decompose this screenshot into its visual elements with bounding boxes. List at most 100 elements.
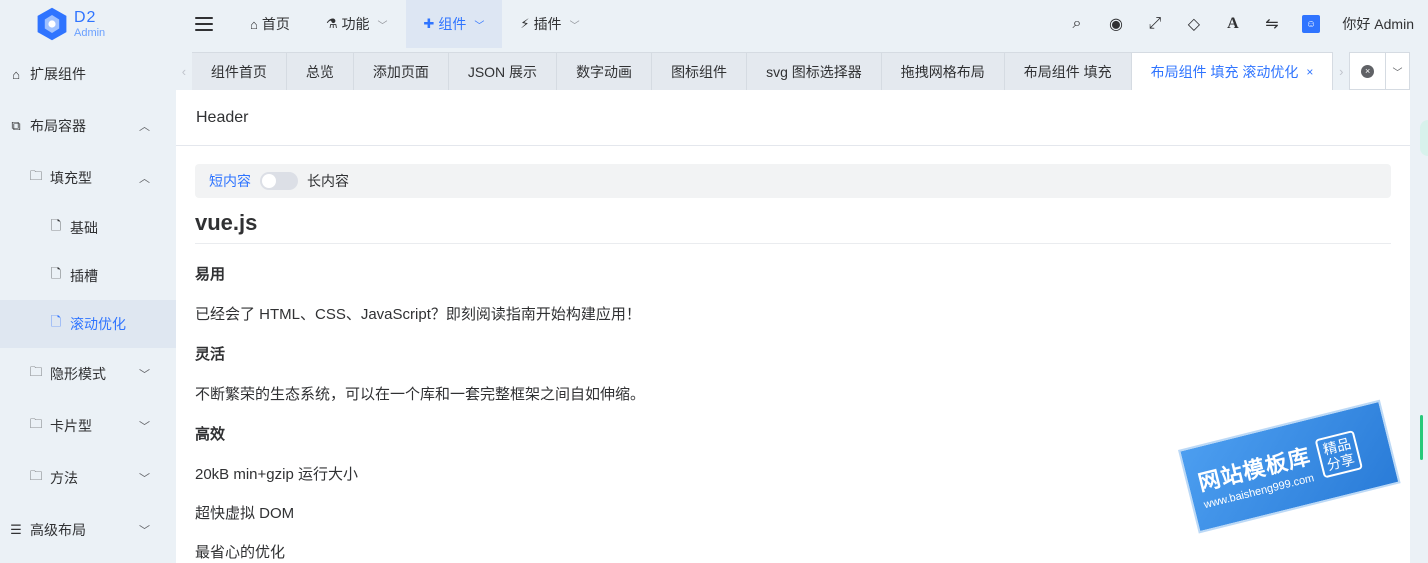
tab-0[interactable]: 组件首页 [191, 52, 287, 90]
content-length-switch[interactable] [260, 172, 298, 190]
language-icon[interactable]: ⇋ [1252, 0, 1291, 48]
tab-8[interactable]: 布局组件 填充 [1004, 52, 1132, 90]
sidebar-item-1[interactable]: ⧉ 布局容器 ︿ [0, 100, 176, 152]
scroll-top-hint [1420, 120, 1428, 156]
article-title: vue.js [195, 210, 1391, 244]
hamburger-icon [195, 17, 213, 31]
folder-icon: 🗀 [29, 364, 43, 379]
chevron-down-icon: ﹀ [139, 473, 150, 485]
sidebar-item-label: 隐形模式 [50, 366, 106, 382]
tab-label: 布局组件 填充 滚动优化 [1150, 63, 1299, 80]
home-icon: ⌂ [12, 66, 20, 82]
logo-subtitle: Admin [74, 26, 106, 39]
tab-label: 添加页面 [372, 63, 429, 80]
file-icon: 🗋 [50, 266, 62, 281]
tab-label: 组件首页 [210, 63, 267, 80]
sidebar-item-label: 扩展组件 [30, 66, 86, 82]
chevron-down-icon: ﹀ [139, 369, 150, 381]
page-tabs: ‹ 组件首页 总览 添加页面 JSON 展示 数字动画 图标组件 svg 图标选择器 拖拽网格… [176, 52, 1411, 90]
tab-label: 图标组件 [671, 63, 728, 80]
folder-icon: 🗀 [29, 416, 43, 431]
sidebar-item-6[interactable]: 🗀 隐形模式 ﹀ [0, 348, 176, 400]
tab-3[interactable]: JSON 展示 [448, 52, 558, 90]
article-paragraph: 已经会了 HTML、CSS、JavaScript？即刻阅读指南开始构建应用！ [195, 306, 641, 323]
tab-4[interactable]: 数字动画 [557, 52, 653, 90]
sidebar-item-5[interactable]: 🗋 滚动优化 [0, 300, 176, 348]
top-menu-label: 首页 [261, 16, 290, 32]
user-greeting[interactable]: 你好 Admin [1342, 14, 1414, 34]
search-icon[interactable]: ⌕ [1057, 0, 1096, 48]
log-target-icon[interactable]: ◉ [1096, 0, 1135, 48]
d2-logo-icon [37, 7, 67, 41]
home-icon: ⌂ [250, 16, 258, 32]
clone-icon: ⧉ [11, 118, 21, 133]
close-icon[interactable]: × [1306, 65, 1313, 79]
sidebar-item-3[interactable]: 🗋 基础 [0, 204, 176, 252]
chevron-down-icon: ﹀ [474, 20, 485, 32]
close-circle-icon: × [1361, 64, 1375, 78]
user-avatar-button[interactable]: ☺ [1291, 0, 1330, 48]
sidebar-item-7[interactable]: 🗀 卡片型 ﹀ [0, 400, 176, 452]
tab-7[interactable]: 拖拽网格布局 [881, 52, 1005, 90]
switch-long-label[interactable]: 长内容 [307, 171, 349, 191]
tab-list: 组件首页 总览 添加页面 JSON 展示 数字动画 图标组件 svg 图标选择器 拖拽网格布局… [191, 52, 1334, 90]
sidebar-item-label: 方法 [50, 470, 78, 486]
app-logo[interactable]: D2 Admin [0, 0, 176, 48]
scrollbar-thumb[interactable] [1420, 415, 1423, 460]
sidebar-item-label: 插槽 [70, 268, 98, 284]
font-size-icon[interactable]: A [1213, 0, 1252, 48]
chevron-down-icon: ﹀ [139, 421, 150, 433]
tab-label: svg 图标选择器 [766, 63, 862, 80]
sidebar-item-label: 卡片型 [50, 418, 92, 434]
chevron-down-icon: ﹀ [139, 525, 150, 537]
fullscreen-icon[interactable]: ⤢ [1135, 0, 1174, 48]
tab-6[interactable]: svg 图标选择器 [747, 52, 882, 90]
sidebar-item-label: 高级布局 [30, 522, 86, 538]
sidebar-toggle-button[interactable] [176, 0, 232, 48]
article-paragraph: 不断繁荣的生态系统，可以在一个库和一套完整框架之间自如伸缩。 [195, 386, 646, 403]
tab-5[interactable]: 图标组件 [652, 52, 748, 90]
plug-icon: ⚡ [520, 16, 530, 31]
tabs-dropdown-button[interactable]: ﹀ [1386, 52, 1411, 90]
article-subheading: 灵活 [195, 346, 226, 363]
tabs-scroll-left-icon[interactable]: ‹ [176, 52, 192, 90]
watermark-tag: 精品分享 [1314, 429, 1364, 479]
tab-label: JSON 展示 [467, 63, 538, 80]
tab-label: 拖拽网格布局 [900, 63, 985, 80]
top-menu-item-1[interactable]: ⚗ 功能 ﹀ [308, 0, 406, 48]
chevron-down-icon: ﹀ [377, 20, 388, 32]
file-icon: 🗋 [50, 314, 62, 329]
tab-2[interactable]: 添加页面 [353, 52, 449, 90]
chevron-up-icon: ︿ [139, 173, 150, 185]
top-menu-item-2[interactable]: ✚ 组件 ﹀ [405, 0, 503, 48]
page-scrollbar[interactable] [1410, 90, 1428, 563]
top-menu-item-0[interactable]: ⌂ 首页 [232, 0, 308, 48]
sidebar-item-label: 布局容器 [30, 118, 86, 134]
sidebar-item-4[interactable]: 🗋 插槽 [0, 252, 176, 300]
switch-short-label[interactable]: 短内容 [209, 171, 251, 191]
server-icon: ☰ [10, 522, 22, 537]
folder-icon: 🗀 [29, 468, 43, 483]
sidebar-item-label: 基础 [70, 220, 98, 236]
chevron-up-icon: ︿ [139, 121, 150, 133]
top-header: D2 Admin ⌂ 首页 ⚗ 功能 ﹀ ✚ 组件 ﹀ ⚡ 插件 ﹀ ⌕ ◉ ⤢ ◇ A ⇋ ☺ 你… [0, 0, 1428, 48]
tab-1[interactable]: 总览 [286, 52, 354, 90]
sidebar-item-2[interactable]: 🗀 填充型 ︿ [0, 152, 176, 204]
sidebar-item-9[interactable]: ☰ 高级布局 ﹀ [0, 504, 176, 556]
switch-knob [262, 174, 276, 188]
top-menu-item-3[interactable]: ⚡ 插件 ﹀ [502, 0, 597, 48]
top-menu-label: 组件 [438, 16, 467, 32]
theme-diamond-icon[interactable]: ◇ [1174, 0, 1213, 48]
tabs-scroll-right-icon[interactable]: › [1333, 52, 1349, 90]
tab-label: 总览 [305, 63, 334, 80]
sidebar-item-8[interactable]: 🗀 方法 ﹀ [0, 452, 176, 504]
content-length-switch-bar: 短内容 长内容 [195, 164, 1391, 198]
puzzle-icon: ✚ [423, 16, 435, 31]
article-subheading: 易用 [195, 266, 226, 283]
tab-label: 布局组件 填充 [1023, 63, 1112, 80]
close-tabs-button[interactable]: × [1349, 52, 1387, 90]
sidebar-item-0[interactable]: ⌂ 扩展组件 [0, 48, 176, 100]
top-menu-label: 功能 [341, 16, 370, 32]
tab-9[interactable]: 布局组件 填充 滚动优化 × [1131, 52, 1334, 90]
sidebar-item-label: 填充型 [50, 170, 92, 186]
